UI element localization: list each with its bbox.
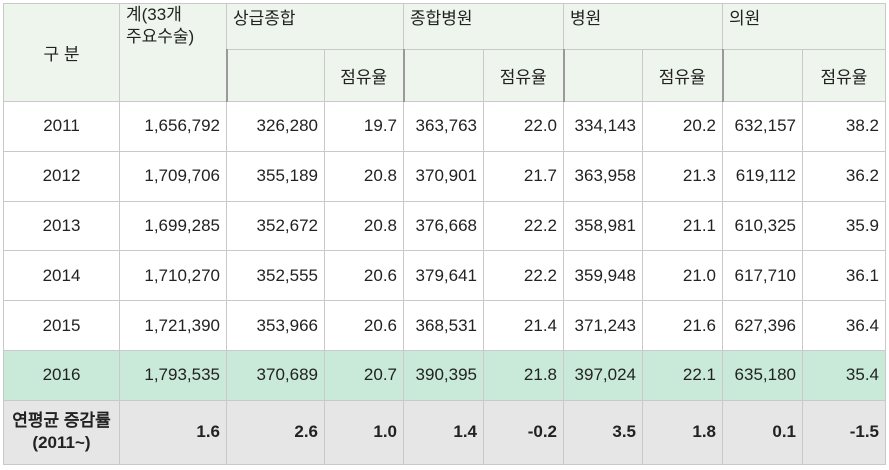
header-category: 구 분 (3, 3, 120, 102)
general-count-cell: 379,641 (403, 250, 484, 302)
clinic-share-cell: 36.2 (802, 150, 886, 202)
tertiary-share-cell: 20.8 (324, 150, 404, 202)
header-group-clinic: 의원 (722, 3, 886, 50)
hospital-count-cell: 363,958 (563, 150, 643, 202)
cagr-general-count-cell: 1.4 (403, 399, 484, 466)
header-blank-1 (225, 49, 325, 102)
cagr-tertiary-count-cell: 2.6 (226, 399, 325, 466)
hospital-share-cell: 20.2 (642, 101, 723, 152)
clinic-count-cell: 632,157 (722, 101, 803, 152)
cagr-hospital-share-cell: 1.8 (642, 399, 723, 466)
total-cell: 1,656,792 (119, 101, 227, 152)
total-cell: 1,710,270 (119, 250, 227, 302)
cagr-label-line2: (2011~) (32, 433, 91, 453)
tertiary-count-cell: 352,555 (226, 250, 325, 302)
cagr-row: 연평균 증감률 (2011~) 1.6 2.6 1.0 1.4 -0.2 3.5… (3, 399, 886, 466)
cagr-total-cell: 1.6 (119, 399, 227, 466)
cagr-clinic-count-cell: 0.1 (722, 399, 803, 466)
clinic-share-cell: 38.2 (802, 101, 886, 152)
general-count-cell: 390,395 (403, 350, 484, 401)
hospital-count-cell: 334,143 (563, 101, 643, 152)
tertiary-count-cell: 352,672 (226, 200, 325, 252)
year-cell: 2012 (3, 150, 120, 202)
hospital-count-cell: 359,948 (563, 250, 643, 302)
general-share-cell: 22.2 (483, 200, 564, 252)
header-share-2: 점유율 (483, 49, 564, 102)
year-cell: 2011 (3, 101, 120, 152)
tertiary-count-cell: 326,280 (226, 101, 325, 152)
year-cell: 2016 (3, 350, 120, 401)
header-group-general-hospital: 종합병원 (403, 3, 564, 50)
hospital-share-cell: 21.1 (642, 200, 723, 252)
table-row: 2011 1,656,792 326,280 19.7 363,763 22.0… (3, 101, 886, 152)
hospital-share-cell: 21.0 (642, 250, 723, 302)
cagr-label: 연평균 증감률 (2011~) (3, 399, 120, 466)
general-share-cell: 22.0 (483, 101, 564, 152)
clinic-share-cell: 35.4 (802, 350, 886, 401)
hospital-count-cell: 371,243 (563, 300, 643, 352)
hospital-share-cell: 21.3 (642, 150, 723, 202)
tertiary-share-cell: 20.6 (324, 250, 404, 302)
table-row: 2014 1,710,270 352,555 20.6 379,641 22.2… (3, 250, 886, 302)
header-blank-3 (562, 49, 643, 102)
cagr-general-share-cell: -0.2 (483, 399, 564, 466)
clinic-count-cell: 610,325 (722, 200, 803, 252)
tertiary-count-cell: 355,189 (226, 150, 325, 202)
table-row: 2015 1,721,390 353,966 20.6 368,531 21.4… (3, 300, 886, 352)
header-total-line2: 주요수술) (126, 27, 195, 46)
hospital-count-cell: 397,024 (563, 350, 643, 401)
tertiary-share-cell: 20.6 (324, 300, 404, 352)
clinic-share-cell: 35.9 (802, 200, 886, 252)
total-cell: 1,721,390 (119, 300, 227, 352)
tertiary-share-cell: 19.7 (324, 101, 404, 152)
general-share-cell: 21.7 (483, 150, 564, 202)
clinic-share-cell: 36.1 (802, 250, 886, 302)
total-cell: 1,709,706 (119, 150, 227, 202)
cagr-label-line1: 연평균 증감률 (12, 411, 111, 431)
clinic-count-cell: 627,396 (722, 300, 803, 352)
clinic-count-cell: 619,112 (722, 150, 803, 202)
year-cell: 2015 (3, 300, 120, 352)
clinic-count-cell: 635,180 (722, 350, 803, 401)
general-count-cell: 368,531 (403, 300, 484, 352)
cagr-clinic-share-cell: -1.5 (802, 399, 886, 466)
hospital-share-cell: 21.6 (642, 300, 723, 352)
cagr-hospital-count-cell: 3.5 (563, 399, 643, 466)
tertiary-count-cell: 370,689 (226, 350, 325, 401)
table-row-highlighted: 2016 1,793,535 370,689 20.7 390,395 21.8… (3, 350, 886, 401)
header-blank-4 (721, 49, 803, 102)
header-blank-2 (402, 49, 484, 102)
general-count-cell: 363,763 (403, 101, 484, 152)
year-cell: 2013 (3, 200, 120, 252)
clinic-share-cell: 36.4 (802, 300, 886, 352)
hospital-count-cell: 358,981 (563, 200, 643, 252)
cagr-tertiary-share-cell: 1.0 (324, 399, 404, 466)
header-share-1: 점유율 (324, 49, 404, 102)
header-group-tertiary: 상급종합 (226, 3, 404, 50)
general-share-cell: 21.4 (483, 300, 564, 352)
year-cell: 2014 (3, 250, 120, 302)
tertiary-share-cell: 20.8 (324, 200, 404, 252)
total-cell: 1,793,535 (119, 350, 227, 401)
hospital-share-cell: 22.1 (642, 350, 723, 401)
clinic-count-cell: 617,710 (722, 250, 803, 302)
header-group-hospital: 병원 (563, 3, 723, 50)
header-total: 계(33개 주요수술) (119, 3, 227, 102)
table-row: 2012 1,709,706 355,189 20.8 370,901 21.7… (3, 150, 886, 202)
header-share-3: 점유율 (642, 49, 723, 102)
tertiary-share-cell: 20.7 (324, 350, 404, 401)
total-cell: 1,699,285 (119, 200, 227, 252)
header-total-line1: 계(33개 (126, 5, 182, 24)
general-count-cell: 370,901 (403, 150, 484, 202)
table-row: 2013 1,699,285 352,672 20.8 376,668 22.2… (3, 200, 886, 252)
header-share-4: 점유율 (802, 49, 886, 102)
surgery-stats-table: 구 분 계(33개 주요수술) 상급종합 종합병원 병원 의원 점유율 점유율 … (3, 3, 886, 466)
general-count-cell: 376,668 (403, 200, 484, 252)
general-share-cell: 22.2 (483, 250, 564, 302)
tertiary-count-cell: 353,966 (226, 300, 325, 352)
general-share-cell: 21.8 (483, 350, 564, 401)
